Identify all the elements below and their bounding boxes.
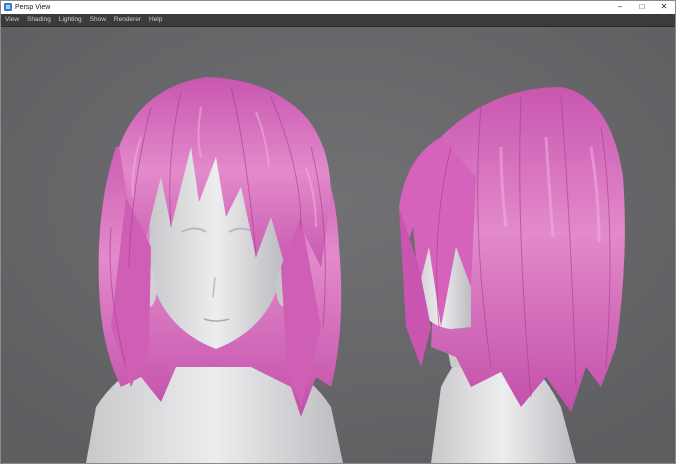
viewport-canvas <box>1 27 675 463</box>
app-window: Persp View – □ ✕ View Shading Lighting S… <box>0 0 676 464</box>
window-title: Persp View <box>15 3 51 11</box>
menu-shading[interactable]: Shading <box>23 14 55 26</box>
maximize-button[interactable]: □ <box>631 1 653 13</box>
window-controls: – □ ✕ <box>609 1 675 13</box>
menu-help[interactable]: Help <box>145 14 166 26</box>
front-view-model <box>86 77 343 463</box>
menu-view[interactable]: View <box>1 14 23 26</box>
app-icon <box>4 3 12 11</box>
title-bar[interactable]: Persp View – □ ✕ <box>1 1 675 13</box>
3d-viewport[interactable] <box>1 27 675 463</box>
minimize-button[interactable]: – <box>609 1 631 13</box>
close-button[interactable]: ✕ <box>653 1 675 13</box>
menu-bar: View Shading Lighting Show Renderer Help <box>1 14 675 27</box>
menu-show[interactable]: Show <box>86 14 110 26</box>
menu-renderer[interactable]: Renderer <box>110 14 145 26</box>
menu-lighting[interactable]: Lighting <box>55 14 86 26</box>
